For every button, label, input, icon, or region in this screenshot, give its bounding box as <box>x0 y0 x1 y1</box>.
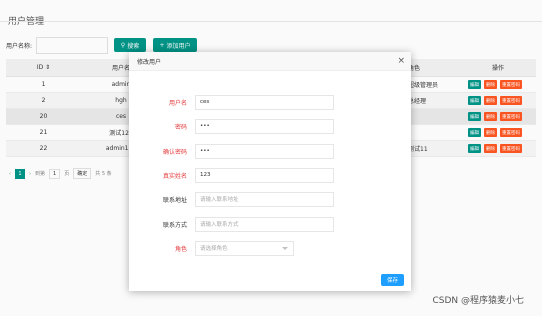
field-contact: 联系方式 请输入联系方式 <box>129 216 411 232</box>
field-label: 角色 <box>174 245 187 253</box>
save-button[interactable]: 保存 <box>381 274 404 286</box>
field-address: 联系地址 请输入联系地址 <box>129 191 411 207</box>
dialog-title: 修改用户 <box>137 58 162 66</box>
field-real-name: 真实姓名 123 <box>129 167 411 183</box>
real-name-input[interactable]: 123 <box>195 167 334 183</box>
field-label: 真实姓名 <box>162 172 187 180</box>
field-role: 角色 请选择角色 <box>129 240 411 256</box>
address-input[interactable]: 请输入联系地址 <box>195 191 334 207</box>
field-label: 密码 <box>174 123 187 131</box>
password-input[interactable]: ••• <box>195 118 334 134</box>
close-icon[interactable]: × <box>397 56 405 66</box>
field-password: 密码 ••• <box>129 118 411 134</box>
field-label: 用户名 <box>168 99 187 107</box>
confirm-password-input[interactable]: ••• <box>195 143 334 159</box>
field-label: 确认密码 <box>162 148 187 156</box>
contact-input[interactable]: 请输入联系方式 <box>195 216 334 232</box>
chevron-down-icon <box>282 246 288 250</box>
watermark: CSDN @程序猿麦小七 <box>432 296 524 306</box>
field-label: 联系方式 <box>162 221 187 229</box>
dialog-header: 修改用户 × <box>129 52 411 71</box>
field-username: 用户名 ces <box>129 94 411 110</box>
field-confirm-password: 确认密码 ••• <box>129 143 411 159</box>
role-select[interactable]: 请选择角色 <box>195 240 294 256</box>
edit-user-dialog: 修改用户 × 用户名 ces 密码 ••• 确认密码 ••• 真实姓名 123 … <box>129 52 411 291</box>
field-label: 联系地址 <box>162 196 187 204</box>
username-input[interactable]: ces <box>195 94 334 110</box>
